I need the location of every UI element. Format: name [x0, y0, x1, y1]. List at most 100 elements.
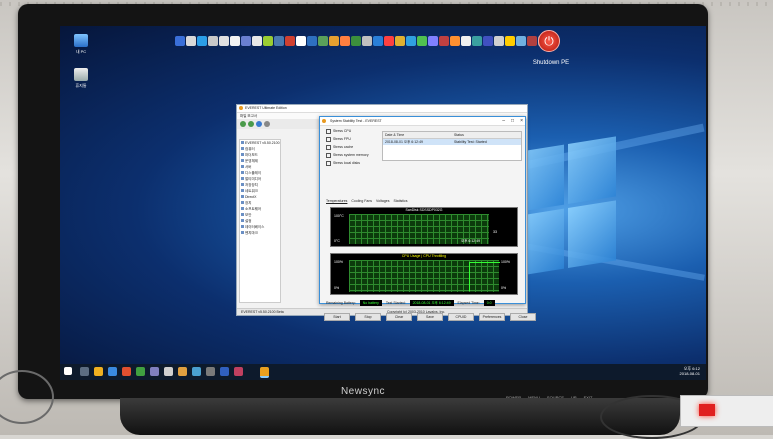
stress-checkbox[interactable]: Stress local disks [326, 159, 369, 167]
tab-voltages[interactable]: Voltages [376, 199, 389, 203]
launcher-app-icon[interactable] [373, 36, 383, 46]
launcher-app-icon[interactable] [461, 36, 471, 46]
stress-checkbox[interactable]: Stress FPU [326, 135, 369, 143]
cpu-usage-graph: CPU Usage | CPU Throttling 100% 0% 100% … [330, 253, 518, 295]
launcher-app-icon[interactable] [527, 36, 537, 46]
computer-icon [74, 34, 88, 47]
launcher-app-icon[interactable] [417, 36, 427, 46]
stress-checkbox[interactable]: Stress cache [326, 143, 369, 151]
maximize-button[interactable]: □ [511, 117, 514, 125]
save-button[interactable]: Save [417, 313, 443, 321]
checkbox-label: Stress system memory [333, 153, 369, 157]
launcher-app-icon[interactable] [406, 36, 416, 46]
launcher-app-icon[interactable] [296, 36, 306, 46]
desktop-icon-recycle-bin[interactable]: 휴지통 [66, 68, 96, 89]
launcher-app-icon[interactable] [505, 36, 515, 46]
tab-temperatures[interactable]: Temperatures [326, 199, 347, 203]
launcher-app-icon[interactable] [208, 36, 218, 46]
monitor-brand-logo: Newsync [340, 386, 386, 397]
refresh-icon[interactable] [256, 121, 262, 127]
log-row[interactable]: 2018-08-01 오후 6:12:49 Stability Test: St… [383, 139, 521, 145]
launcher-app-icon[interactable] [494, 36, 504, 46]
close-button[interactable]: Close [510, 313, 536, 321]
checkbox-icon[interactable] [326, 144, 331, 150]
power-switch[interactable] [699, 404, 715, 416]
launcher-app-icon[interactable] [274, 36, 284, 46]
window-title: System Stability Test - EVEREST – □ × [320, 117, 525, 126]
status-version: EVEREST v5.50.2100 Beta [241, 310, 284, 314]
shutdown-button[interactable]: ⏻ [538, 30, 560, 52]
taskbar-app-icon[interactable] [234, 367, 243, 376]
category-tree[interactable]: EVEREST v5.50.2100 컴퓨터 마더보드 운영체제 서버 디스플레이 멀티미디… [239, 139, 281, 303]
log-header-cell: Date & Time [385, 133, 405, 137]
launcher-app-icon[interactable] [285, 36, 295, 46]
log-cell: Stability Test: Started [454, 140, 487, 144]
stat-label: Remaining Battery: [326, 301, 356, 305]
stop-button[interactable]: Stop [355, 313, 381, 321]
launcher-app-icon[interactable] [307, 36, 317, 46]
launcher-app-icon[interactable] [351, 36, 361, 46]
preferences-button[interactable]: Preferences [479, 313, 505, 321]
taskbar-app-icon[interactable] [150, 367, 159, 376]
task-view-icon[interactable] [80, 367, 89, 376]
checkbox-icon[interactable] [326, 160, 331, 166]
stress-checkbox[interactable]: Stress CPU [326, 127, 369, 135]
launcher-app-icon[interactable] [175, 36, 185, 46]
clear-button[interactable]: Clear [386, 313, 412, 321]
taskbar-app-icon[interactable] [206, 367, 215, 376]
launcher-app-icon[interactable] [252, 36, 262, 46]
taskbar-app-icon[interactable] [122, 367, 131, 376]
launcher-app-icon[interactable] [263, 36, 273, 46]
launcher-app-icon[interactable] [197, 36, 207, 46]
taskbar-app-icon[interactable] [136, 367, 145, 376]
forward-icon[interactable] [248, 121, 254, 127]
stress-checkbox[interactable]: Stress system memory [326, 151, 369, 159]
start-button[interactable]: Start [324, 313, 350, 321]
taskbar-app-icon[interactable] [178, 367, 187, 376]
launcher-app-icon[interactable] [384, 36, 394, 46]
tree-item[interactable]: 벤치마크 [240, 230, 280, 236]
launcher-app-icon[interactable] [428, 36, 438, 46]
launcher-app-icon[interactable] [395, 36, 405, 46]
launcher-app-icon[interactable] [472, 36, 482, 46]
launcher-app-icon[interactable] [219, 36, 229, 46]
launcher-app-icon[interactable] [340, 36, 350, 46]
stat-value: 0:0 [483, 300, 495, 306]
stress-options: Stress CPU Stress FPU Stress cache Stress s… [326, 127, 369, 167]
cpu-usage-line [469, 262, 500, 291]
launcher-app-icon[interactable] [329, 36, 339, 46]
checkbox-icon[interactable] [326, 128, 331, 134]
launcher-app-icon[interactable] [186, 36, 196, 46]
taskbar-clock[interactable]: 오후 6:12 2018-08-01 [680, 366, 700, 376]
taskbar-app-icon[interactable] [192, 367, 201, 376]
back-icon[interactable] [240, 121, 246, 127]
launcher-app-icon[interactable] [439, 36, 449, 46]
launcher-app-icon[interactable] [230, 36, 240, 46]
tab-statistics[interactable]: Statistics [393, 199, 407, 203]
start-button[interactable] [64, 367, 72, 375]
taskbar-app-icon[interactable] [220, 367, 229, 376]
desktop-icon-my-pc[interactable]: 내 PC [66, 34, 96, 55]
event-log: Date & Time Status 2018-08-01 오후 6:12:49… [382, 131, 522, 161]
minimize-button[interactable]: – [502, 117, 505, 125]
cpuid-button[interactable]: CPUID [448, 313, 474, 321]
everest-taskbar-icon[interactable] [260, 367, 269, 378]
launcher-app-icon[interactable] [483, 36, 493, 46]
launcher-app-icon[interactable] [450, 36, 460, 46]
launcher-app-icon[interactable] [516, 36, 526, 46]
file-explorer-icon[interactable] [94, 367, 103, 376]
report-icon[interactable] [264, 121, 270, 127]
checkbox-icon[interactable] [326, 152, 331, 158]
launcher-app-icon[interactable] [362, 36, 372, 46]
checkbox-label: Stress local disks [333, 161, 361, 165]
launcher-app-icon[interactable] [241, 36, 251, 46]
taskbar-app-icon[interactable] [108, 367, 117, 376]
axis-label-top: 100% [334, 260, 343, 264]
power-strip [680, 395, 773, 427]
checkbox-icon[interactable] [326, 136, 331, 142]
taskbar-app-icon[interactable] [164, 367, 173, 376]
close-button[interactable]: × [520, 117, 523, 125]
log-cell: 2018-08-01 오후 6:12:49 [385, 140, 423, 144]
launcher-app-icon[interactable] [318, 36, 328, 46]
tab-cooling-fans[interactable]: Cooling Fans [351, 199, 372, 203]
